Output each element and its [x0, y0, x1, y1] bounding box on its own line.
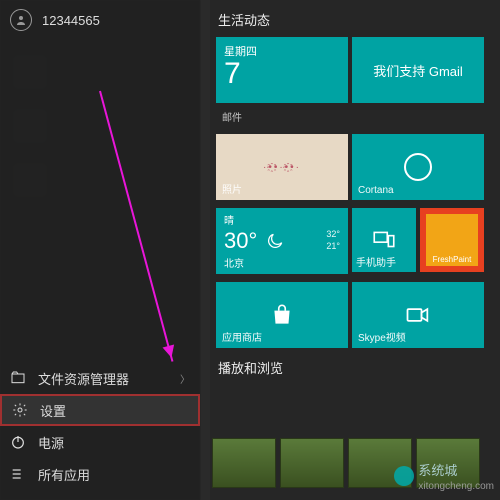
power-item[interactable]: 电源 [0, 426, 200, 458]
start-menu-tiles: 生活动态 星期四 7 我们支持 Gmail 邮件 ·•҈•·•҈•· 照片 Co… [210, 0, 500, 500]
weather-temp: 30° [224, 228, 257, 254]
power-label: 电源 [38, 433, 64, 452]
photos-art-icon: ·•҈•·•҈•· [263, 162, 301, 173]
file-explorer-icon [10, 370, 26, 386]
weather-cond: 晴 [224, 212, 234, 227]
calendar-tile[interactable]: 星期四 7 [216, 37, 348, 103]
photos-caption: 照片 [222, 181, 242, 196]
cortana-caption: Cortana [358, 185, 394, 196]
watermark: 系统城 xitongcheng.com [394, 460, 494, 492]
all-apps-label: 所有应用 [38, 465, 90, 484]
minecraft-face-icon [280, 438, 344, 488]
photos-tile[interactable]: ·•҈•·•҈•· 照片 [216, 134, 348, 200]
weather-tile[interactable]: 晴 30° 32°21° 北京 [216, 208, 348, 274]
mail-text: 我们支持 Gmail [373, 61, 463, 80]
file-explorer-item[interactable]: 文件资源管理器 〉 [0, 362, 200, 394]
weather-city: 北京 [224, 255, 244, 270]
devices-icon [371, 227, 397, 253]
chevron-right-icon: 〉 [180, 371, 190, 386]
video-camera-icon [404, 301, 432, 329]
settings-item[interactable]: 设置 [0, 394, 200, 426]
calendar-day: 7 [224, 59, 241, 89]
skype-caption: Skype视频 [358, 329, 406, 344]
phone-caption: 手机助手 [356, 254, 396, 269]
watermark-sub: xitongcheng.com [418, 481, 494, 492]
shopping-bag-icon [269, 302, 295, 328]
section-play: 播放和浏览 [218, 358, 500, 377]
all-apps-icon [10, 466, 26, 482]
power-icon [10, 434, 26, 450]
store-tile[interactable]: 应用商店 [216, 282, 348, 348]
watermark-logo-icon [394, 466, 414, 486]
freshpaint-tile[interactable]: FreshPaint [420, 208, 484, 272]
store-caption: 应用商店 [222, 329, 262, 344]
section-life: 生活动态 [218, 10, 500, 29]
user-name: 12344565 [42, 13, 100, 28]
gear-icon [12, 402, 28, 418]
user-account-row[interactable]: 12344565 [0, 0, 200, 40]
start-menu-left: 12344565 文件资源管理器 〉 设置 电源 所有应用 [0, 0, 200, 500]
watermark-text: 系统城 [418, 460, 494, 479]
all-apps-item[interactable]: 所有应用 [0, 458, 200, 490]
settings-label: 设置 [40, 401, 66, 420]
cortana-tile[interactable]: Cortana [352, 134, 484, 200]
weather-hilo: 32°21° [326, 229, 340, 252]
cortana-ring-icon [404, 153, 432, 181]
mail-tile[interactable]: 我们支持 Gmail [352, 37, 484, 103]
minecraft-face-icon [212, 438, 276, 488]
phone-companion-tile[interactable]: 手机助手 [352, 208, 416, 272]
mail-caption: 邮件 [222, 109, 242, 124]
file-explorer-label: 文件资源管理器 [38, 369, 129, 388]
moon-icon [265, 231, 285, 251]
user-avatar-icon [10, 9, 32, 31]
skype-tile[interactable]: Skype视频 [352, 282, 484, 348]
freshpaint-caption: FreshPaint [433, 255, 472, 264]
